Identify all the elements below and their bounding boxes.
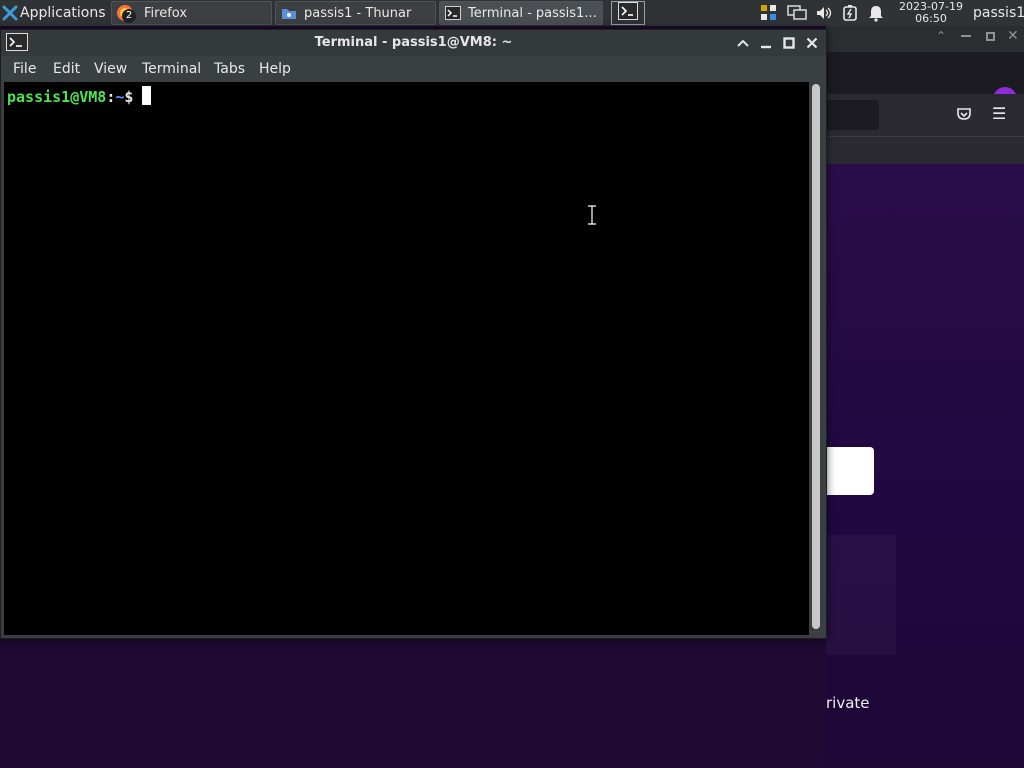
private-info-card: [826, 535, 896, 655]
clock[interactable]: 2023-07-19 06:50: [893, 1, 969, 25]
clock-time: 06:50: [915, 12, 947, 25]
battery-icon[interactable]: [841, 4, 859, 22]
terminal-scrollbar[interactable]: [810, 82, 824, 635]
task-label: passis1 - Thunar: [304, 5, 412, 21]
task-label: Firefox: [144, 5, 188, 21]
terminal-title: Terminal - passis1@VM8: ~: [314, 35, 513, 50]
firefox-collapse-icon[interactable]: ⌃: [936, 29, 946, 43]
firefox-window-background: ⌃ ✕ ☰ rivate: [826, 26, 1024, 768]
scrollbar-thumb[interactable]: [812, 84, 820, 629]
terminal-output[interactable]: passis1@VM8:~$: [4, 82, 809, 635]
firefox-minimize-icon[interactable]: [961, 35, 971, 37]
menu-view[interactable]: View: [92, 56, 129, 82]
xfce-logo-icon: [2, 5, 18, 21]
firefox-bookmarks-bar: [826, 136, 1024, 164]
minimize-icon: [761, 45, 771, 49]
task-thunar[interactable]: passis1 - Thunar: [275, 1, 436, 25]
prompt-symbol: $: [124, 88, 143, 106]
firefox-titlebar: ⌃ ✕: [826, 26, 1024, 52]
firefox-close-icon[interactable]: ✕: [1007, 28, 1019, 44]
menu-file[interactable]: File: [11, 56, 38, 82]
task-firefox[interactable]: 2 Firefox: [111, 1, 272, 25]
prompt-user-host: passis1@VM8: [7, 88, 107, 106]
hamburger-menu-icon[interactable]: ☰: [992, 104, 1006, 123]
menu-tabs[interactable]: Tabs: [212, 56, 247, 82]
text-cursor: [142, 86, 152, 105]
maximize-button[interactable]: [779, 33, 799, 53]
notifications-bell-icon[interactable]: [867, 4, 885, 22]
close-button[interactable]: [802, 33, 822, 53]
chevron-up-icon: [737, 39, 749, 47]
minimize-button[interactable]: [756, 33, 776, 53]
launcher-terminal-button[interactable]: [611, 1, 645, 25]
task-terminal[interactable]: Terminal - passis1...: [439, 1, 603, 25]
terminal-launcher-icon: [618, 2, 638, 24]
network-icon[interactable]: [786, 4, 808, 22]
ibeam-cursor-icon: [588, 205, 596, 225]
maximize-icon: [783, 37, 795, 49]
volume-icon[interactable]: [815, 4, 833, 22]
shade-button[interactable]: [733, 33, 753, 53]
terminal-titlebar[interactable]: Terminal - passis1@VM8: ~: [1, 30, 826, 56]
workspace-switcher-icon[interactable]: [760, 4, 778, 22]
firefox-url-bar[interactable]: [826, 100, 879, 130]
user-menu[interactable]: passis1: [973, 0, 1024, 26]
close-icon: [806, 37, 818, 49]
menu-edit[interactable]: Edit: [51, 56, 82, 82]
menu-terminal[interactable]: Terminal: [140, 56, 203, 82]
terminal-icon: [444, 4, 462, 22]
terminal-window-icon[interactable]: [6, 33, 28, 55]
terminal-menubar: File Edit View Terminal Tabs Help: [1, 56, 826, 82]
pocket-icon[interactable]: [956, 106, 972, 126]
firefox-window-count-badge: 2: [122, 9, 136, 23]
applications-label: Applications: [20, 5, 106, 21]
menu-help[interactable]: Help: [257, 56, 293, 82]
private-search-box[interactable]: [826, 447, 874, 495]
top-panel: Applications ☰ 2 Firefox passis1 - Thuna…: [0, 0, 1024, 26]
firefox-private-page: rivate: [826, 164, 1024, 768]
folder-icon: [280, 4, 298, 22]
terminal-window: Terminal - passis1@VM8: ~ File Edit View…: [0, 29, 827, 639]
firefox-icon: 2: [116, 4, 136, 23]
firefox-maximize-icon[interactable]: [986, 32, 995, 41]
applications-menu[interactable]: Applications ☰: [2, 0, 108, 26]
private-info-text: rivate: [826, 694, 870, 712]
firefox-navbar: ☰: [826, 94, 1024, 136]
shell-prompt: passis1@VM8:~$: [7, 86, 152, 106]
task-label: Terminal - passis1...: [468, 5, 597, 21]
